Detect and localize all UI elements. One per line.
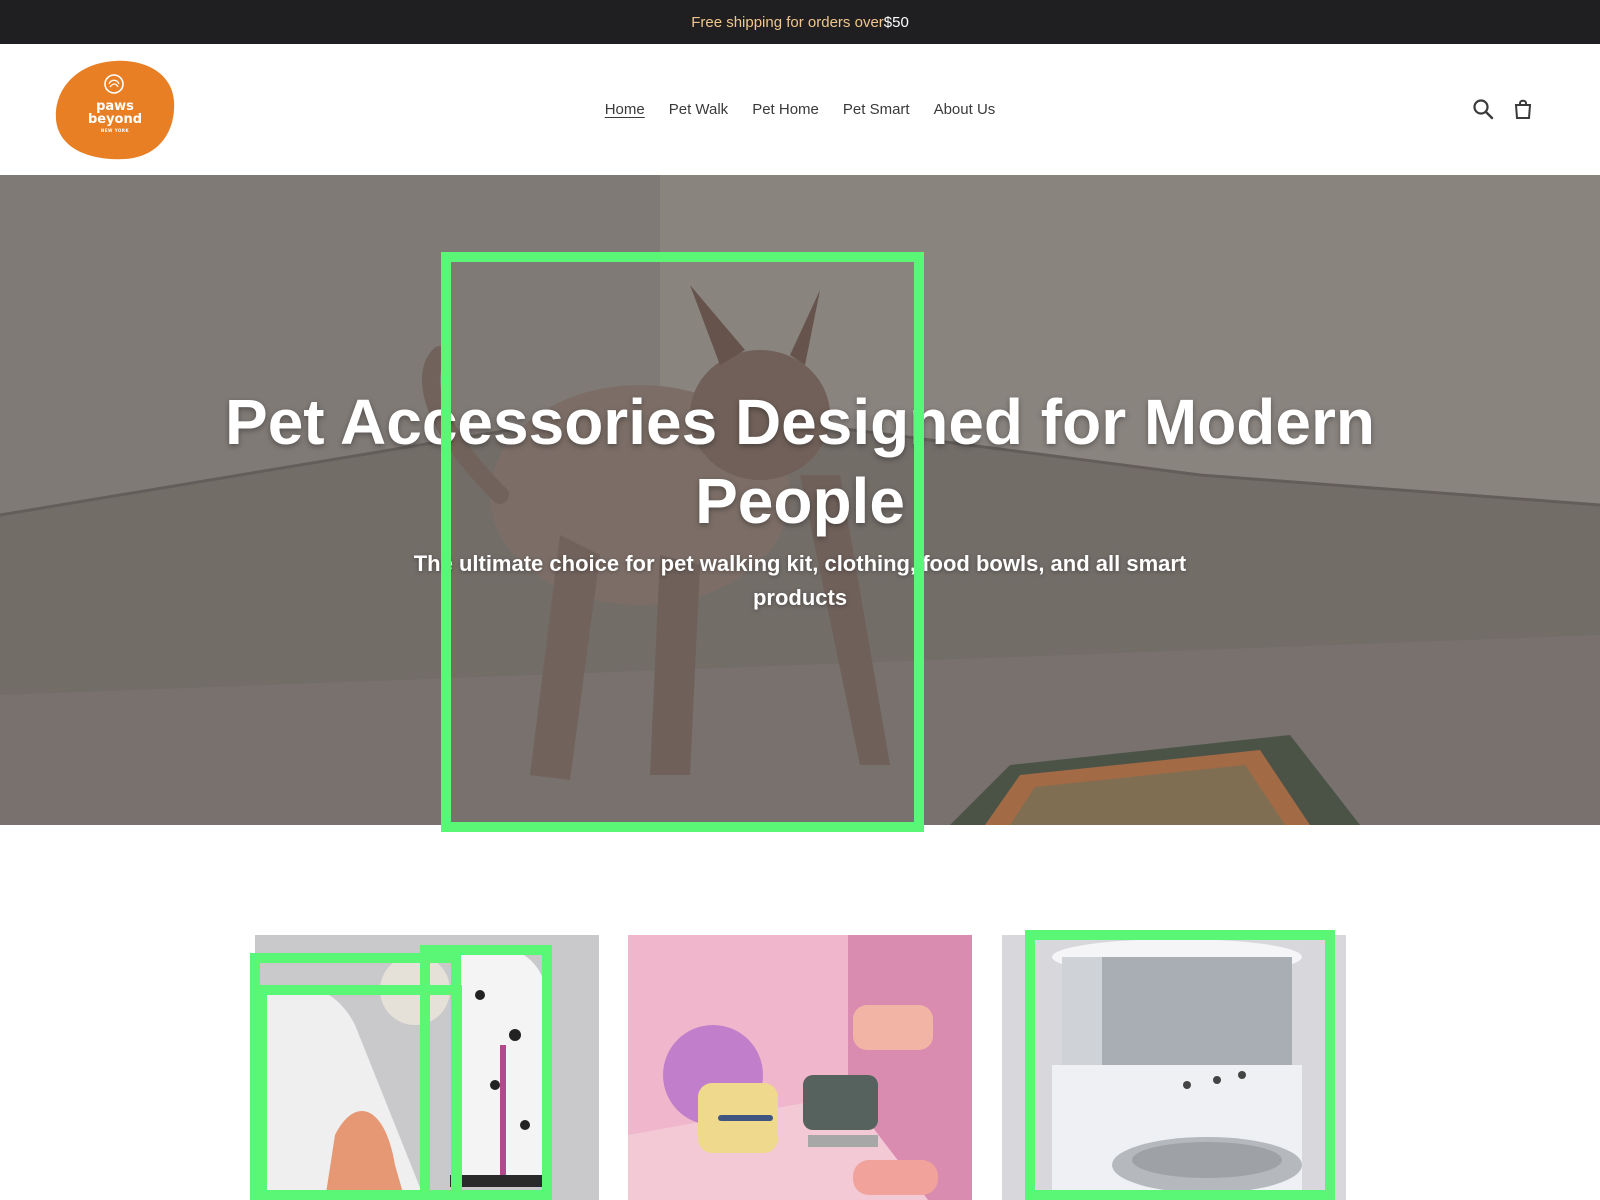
nav-item-pet-smart[interactable]: Pet Smart [843, 101, 910, 118]
logo-line1: paws [96, 98, 134, 114]
highlight-box-smart-feeder [1025, 930, 1335, 1200]
nav-item-home[interactable]: Home [605, 101, 645, 118]
cart-button[interactable] [1510, 96, 1536, 122]
collection-image-pet-home [628, 935, 972, 1200]
search-button[interactable] [1470, 96, 1496, 122]
site-logo[interactable]: paws beyond NEW YORK [55, 59, 175, 160]
main-nav-items: Home Pet Walk Pet Home Pet Smart About U… [605, 101, 996, 118]
logo-line2: beyond [87, 112, 143, 128]
main-nav: Home Pet Walk Pet Home Pet Smart About U… [0, 44, 1600, 175]
site-header: paws beyond NEW YORK Home Pet Walk Pet H… [0, 44, 1600, 175]
cart-icon [1514, 99, 1532, 119]
nav-item-about-us[interactable]: About Us [934, 101, 996, 118]
logo-line3: NEW YORK [100, 128, 130, 134]
announcement-message: Free shipping for orders over [691, 13, 884, 31]
search-icon [1473, 99, 1494, 120]
announcement-bar: Free shipping for orders over $50 [0, 0, 1600, 44]
highlight-box-walk-dog [420, 945, 552, 1200]
logo-text: paws beyond NEW YORK [55, 59, 175, 160]
collection-grid [0, 935, 1600, 1200]
nav-item-pet-home[interactable]: Pet Home [752, 101, 819, 118]
highlight-box-hero-cat [441, 252, 924, 832]
collection-card-pet-home[interactable] [628, 935, 972, 1200]
nav-item-pet-walk[interactable]: Pet Walk [669, 101, 728, 118]
announcement-amount: $50 [883, 13, 909, 31]
